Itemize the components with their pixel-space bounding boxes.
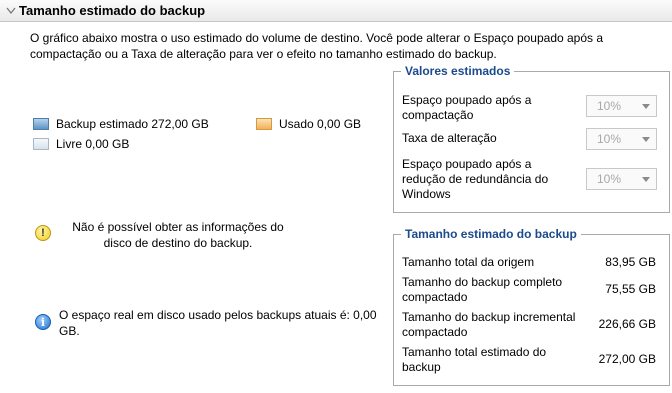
legend-backup-label: Backup estimado 272,00 GB (56, 117, 209, 131)
legend-free-label: Livre 0,00 GB (56, 137, 130, 151)
change-rate-select[interactable]: 10% (586, 128, 657, 150)
compression-savings-select[interactable]: 10% (586, 95, 657, 117)
legend-free: Livre 0,00 GB (33, 137, 129, 151)
incremental-backup-label: Tamanho do backup incremental compactado (402, 310, 576, 339)
dedup-savings-value: 10% (597, 172, 622, 186)
compression-savings-label: Espaço poupado após a compactação (402, 93, 532, 122)
estimated-size-table: Tamanho total da origem 83,95 GB Tamanho… (392, 248, 668, 378)
dropdown-arrow-icon (642, 137, 650, 142)
dedup-savings-select[interactable]: 10% (586, 168, 657, 190)
compression-savings-value: 10% (597, 99, 622, 113)
full-backup-label: Tamanho do backup completo compactado (402, 275, 563, 304)
section-header-toggle[interactable]: Tamanho estimado do backup (0, 0, 672, 22)
legend-used: Usado 0,00 GB (256, 117, 361, 131)
legend-used-label: Usado 0,00 GB (279, 117, 362, 131)
description-text: O gráfico abaixo mostra o uso estimado d… (30, 31, 604, 61)
backup-swatch-icon (33, 118, 49, 130)
total-source-label: Tamanho total da origem (402, 255, 535, 269)
legend-backup: Backup estimado 272,00 GB (33, 117, 209, 131)
info-message: i O espaço real em disco usado pelos bac… (35, 307, 379, 339)
total-estimated-label: Tamanho total estimado do backup (402, 345, 547, 374)
dropdown-arrow-icon (642, 104, 650, 109)
total-estimated-value: 272,00 GB (598, 352, 656, 366)
estimated-values-title: Valores estimados (405, 64, 511, 78)
info-text: O espaço real em disco usado pelos backu… (59, 308, 377, 338)
estimated-size-title: Tamanho estimado do backup (405, 227, 577, 241)
change-rate-value: 10% (597, 132, 622, 146)
full-backup-value: 75,55 GB (605, 282, 656, 296)
chevron-down-icon (3, 0, 19, 22)
warning-icon: ! (35, 225, 51, 241)
dedup-savings-label: Espaço poupado após a redução de redundâ… (402, 157, 549, 201)
total-source-value: 83,95 GB (605, 255, 656, 269)
change-rate-label: Taxa de alteração (402, 131, 497, 145)
incremental-backup-value: 226,66 GB (598, 317, 656, 331)
warning-text: Não é possível obter as informações do d… (72, 220, 284, 250)
free-swatch-icon (33, 138, 49, 150)
info-icon: i (35, 314, 51, 330)
dropdown-arrow-icon (642, 177, 650, 182)
warning-message: ! Não é possível obter as informações do… (35, 219, 293, 251)
used-swatch-icon (256, 118, 272, 130)
section-title: Tamanho estimado do backup (19, 3, 206, 18)
